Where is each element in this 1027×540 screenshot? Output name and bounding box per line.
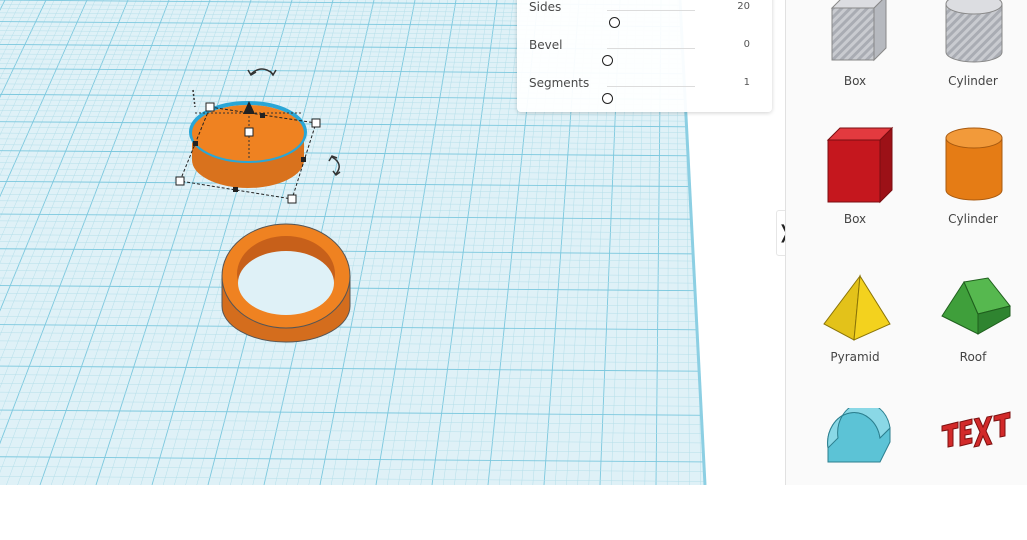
shape-tile-box-hole[interactable]: Box [800,0,910,126]
round-roof-icon [827,408,891,463]
slider-knob[interactable] [609,17,621,28]
shape-label: Pyramid [830,350,880,364]
box-hole-icon [830,0,887,62]
cylinder-icon [945,127,1003,201]
shape-tile-cylinder-hole[interactable]: Cylinder [918,0,1027,126]
text-icon [941,411,1011,448]
shape-tile-round-roof[interactable] [800,408,910,540]
slider-knob[interactable] [602,55,613,66]
property-row-bevel: Bevel 0 [517,36,772,66]
property-label: Bevel [529,38,563,52]
shape-label: Box [843,74,867,88]
cylinder-hole-icon [945,0,1003,63]
property-label: Sides [529,0,562,14]
property-value[interactable]: 0 [710,39,750,50]
box-icon [826,126,894,204]
pyramid-icon [823,274,891,341]
ring-shape[interactable] [221,223,351,343]
shape-label: Cylinder [948,212,998,226]
slider-knob[interactable] [602,93,613,104]
shape-label: Cylinder [948,74,998,88]
property-row-sides: Sides 20 [517,0,772,28]
shape-label: Box [843,212,867,226]
shapes-panel: Box Cylinder Box Cylinder Pyramid Roof [785,0,1027,485]
shape-tile-cylinder[interactable]: Cylinder [918,122,1027,254]
property-row-segments: Segments 1 [517,74,772,104]
shape-label: Roof [959,350,987,364]
property-value[interactable]: 20 [710,1,750,12]
shape-tile-roof[interactable]: Roof [918,272,1027,404]
shape-tile-pyramid[interactable]: Pyramid [800,272,910,404]
sides-slider[interactable] [607,10,695,28]
shape-tile-box[interactable]: Box [800,122,910,254]
property-label: Segments [529,76,590,90]
shape-tile-text[interactable] [918,408,1027,540]
segments-slider[interactable] [602,86,695,104]
bevel-slider[interactable] [602,48,695,66]
shape-inspector-panel: Sides 20 Bevel 0 Segments 1 [517,0,772,112]
property-value[interactable]: 1 [710,77,750,88]
roof-icon [941,277,1011,335]
